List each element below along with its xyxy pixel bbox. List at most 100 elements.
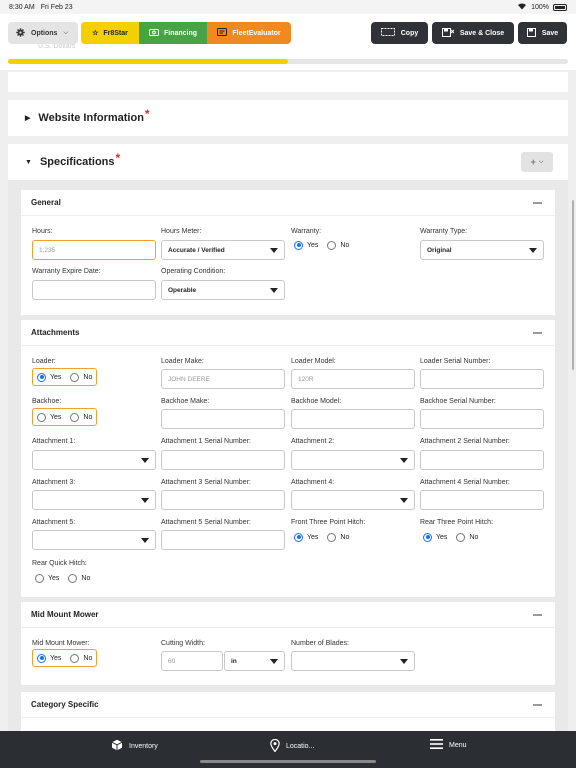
loader-label: Loader: [32, 358, 56, 365]
collapse-icon[interactable] [533, 202, 542, 204]
backhoe-label: Backhoe: [32, 398, 62, 405]
fr8star-button[interactable]: ☆ Fr8Star [81, 22, 139, 44]
tab-location[interactable]: Locatio... [270, 738, 315, 754]
category-specific-card: Category Specific [21, 692, 555, 732]
warranty-expire-label: Warranty Expire Date: [32, 268, 101, 275]
financing-button[interactable]: Financing [139, 22, 207, 44]
attachment-2-select[interactable] [291, 450, 415, 470]
front-hitch-yes-radio[interactable] [294, 532, 303, 542]
warranty-label: Warranty: [291, 228, 322, 235]
backhoe-no-radio[interactable] [70, 412, 80, 422]
number-of-blades-select[interactable] [291, 651, 415, 671]
mower-no-radio[interactable] [70, 653, 80, 663]
attachment-5-serial-input[interactable] [161, 530, 285, 550]
plus-icon: + [530, 157, 536, 167]
backhoe-serial-input[interactable] [420, 409, 544, 429]
mid-mount-mower-card: Mid Mount Mower Mid Mount Mower: Yes No … [21, 602, 555, 685]
mid-mount-mower-title: Mid Mount Mower [31, 610, 99, 619]
attachment-5-label: Attachment 5: [32, 519, 76, 526]
battery-percent: 100% [531, 3, 549, 11]
save-button[interactable]: Save [518, 22, 567, 44]
warranty-type-select[interactable]: Original [420, 240, 544, 260]
fleetevaluator-button[interactable]: FleetEvaluator [207, 22, 291, 44]
copy-icon [380, 28, 395, 38]
progress-fill [8, 59, 288, 64]
rear-quick-hitch-yes-radio[interactable] [35, 573, 44, 583]
backhoe-model-input[interactable] [291, 409, 415, 429]
cutting-width-unit-select[interactable]: in [224, 651, 285, 671]
loader-serial-input[interactable] [420, 369, 544, 389]
yes-label: Yes [50, 654, 62, 662]
backhoe-make-input[interactable] [161, 409, 285, 429]
save-and-close-button[interactable]: Save & Close [432, 22, 514, 44]
yes-label: Yes [307, 533, 319, 541]
attachment-2-label: Attachment 2: [291, 438, 335, 445]
website-information-header[interactable]: ▶ Website Information * [8, 100, 568, 136]
tab-inventory[interactable]: Inventory [111, 739, 158, 753]
warranty-no-radio[interactable] [327, 240, 337, 250]
rear-three-point-hitch-label: Rear Three Point Hitch: [420, 519, 494, 526]
mid-mount-mower-card-header[interactable]: Mid Mount Mower [21, 602, 555, 628]
no-label: No [340, 533, 350, 541]
add-dropdown-button[interactable]: + ⌵ [521, 152, 553, 172]
attachment-4-select[interactable] [291, 490, 415, 510]
loader-yes-radio[interactable] [37, 372, 46, 382]
loader-model-input[interactable]: 120R [291, 369, 415, 389]
attachment-1-select[interactable] [32, 450, 156, 470]
yes-label: Yes [48, 574, 60, 582]
status-date: Fri Feb 23 [40, 3, 73, 11]
attachment-4-serial-input[interactable] [420, 490, 544, 510]
rear-hitch-no-radio[interactable] [456, 532, 466, 542]
attachment-2-serial-input[interactable] [420, 450, 544, 470]
loader-radio-group: Yes No [32, 368, 98, 386]
no-label: No [83, 413, 93, 421]
yes-label: Yes [50, 413, 62, 421]
category-specific-card-header[interactable]: Category Specific [21, 692, 555, 718]
loader-make-input[interactable]: JOHN DEERE [161, 369, 285, 389]
front-three-point-hitch-label: Front Three Point Hitch: [291, 519, 366, 526]
fleetevaluator-label: FleetEvaluator [232, 29, 281, 37]
attachment-1-serial-input[interactable] [161, 450, 285, 470]
general-card: General Hours: 1,235 Hours Meter: Accura… [21, 190, 555, 315]
collapse-icon[interactable] [533, 704, 542, 706]
general-title: General [31, 198, 61, 207]
front-hitch-no-radio[interactable] [327, 532, 337, 542]
battery-icon [553, 3, 567, 11]
rear-quick-hitch-no-radio[interactable] [68, 573, 78, 583]
attachment-5-select[interactable] [32, 530, 156, 550]
options-button[interactable]: Options ⌵ [8, 22, 78, 44]
collapse-icon[interactable] [533, 614, 542, 616]
tab-location-label: Locatio... [286, 743, 315, 750]
attachment-4-serial-label: Attachment 4 Serial Number: [420, 479, 510, 486]
tab-inventory-label: Inventory [129, 742, 158, 750]
warranty-type-label: Warranty Type: [420, 228, 468, 235]
operating-condition-select[interactable]: Operable [161, 280, 285, 300]
backhoe-model-label: Backhoe Model: [291, 398, 342, 405]
options-label: Options [31, 29, 58, 37]
cutting-width-unit-value: in [231, 657, 237, 665]
rear-hitch-yes-radio[interactable] [423, 532, 432, 542]
hours-input[interactable]: 1,235 [32, 240, 156, 260]
front-hitch-radio-group: Yes No [294, 527, 349, 547]
collapse-icon[interactable] [533, 332, 542, 334]
attachment-3-serial-input[interactable] [161, 490, 285, 510]
loader-no-radio[interactable] [70, 372, 80, 382]
warranty-yes-radio[interactable] [294, 240, 303, 250]
star-icon: ☆ [92, 30, 99, 37]
backhoe-serial-label: Backhoe Serial Number: [420, 398, 496, 405]
general-card-header[interactable]: General [21, 190, 555, 216]
attachments-card-header[interactable]: Attachments [21, 320, 555, 346]
top-toolbar: U.S. Dollars Options ⌵ ☆ Fr8Star Financi… [0, 14, 576, 70]
operating-condition-value: Operable [168, 286, 197, 294]
scrollbar[interactable] [572, 200, 574, 370]
cutting-width-input[interactable]: 60 [161, 651, 223, 671]
yes-label: Yes [50, 373, 62, 381]
attachment-3-select[interactable] [32, 490, 156, 510]
warranty-expire-date-input[interactable] [32, 280, 156, 300]
specifications-header[interactable]: ▼ Specifications * + ⌵ [8, 144, 568, 180]
copy-button[interactable]: Copy [371, 22, 428, 44]
backhoe-yes-radio[interactable] [37, 412, 46, 422]
mower-yes-radio[interactable] [37, 653, 46, 663]
tab-menu[interactable]: Menu [430, 739, 467, 751]
hours-meter-select[interactable]: Accurate / Verified [161, 240, 285, 260]
